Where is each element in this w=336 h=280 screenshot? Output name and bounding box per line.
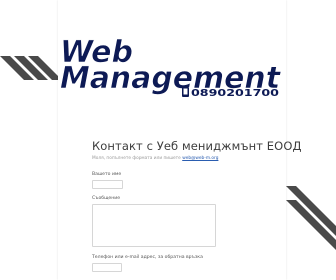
phone-icon [182, 87, 189, 97]
email-link[interactable]: web@web-m.org [182, 156, 218, 161]
message-label: Съобщение [92, 196, 121, 201]
name-label: Вашето име [92, 172, 122, 177]
subtitle-text: Моля, попълнете формата или пишете [92, 156, 181, 161]
right-stripe-1 [286, 186, 336, 236]
page-title: Контакт с Уеб мениджмънт ЕООД [92, 139, 302, 153]
message-textarea[interactable] [92, 204, 216, 247]
web-management-logo[interactable]: Web Management 0890201700 [52, 34, 288, 98]
contact-input[interactable] [92, 263, 122, 272]
contact-label: Телефон или e-mail адрес, за обратна връ… [92, 255, 203, 260]
logo-phone: 0890201700 [191, 88, 279, 98]
name-input[interactable] [92, 180, 123, 189]
form-subtitle: Моля, попълнете формата или пишете web@w… [92, 156, 218, 161]
